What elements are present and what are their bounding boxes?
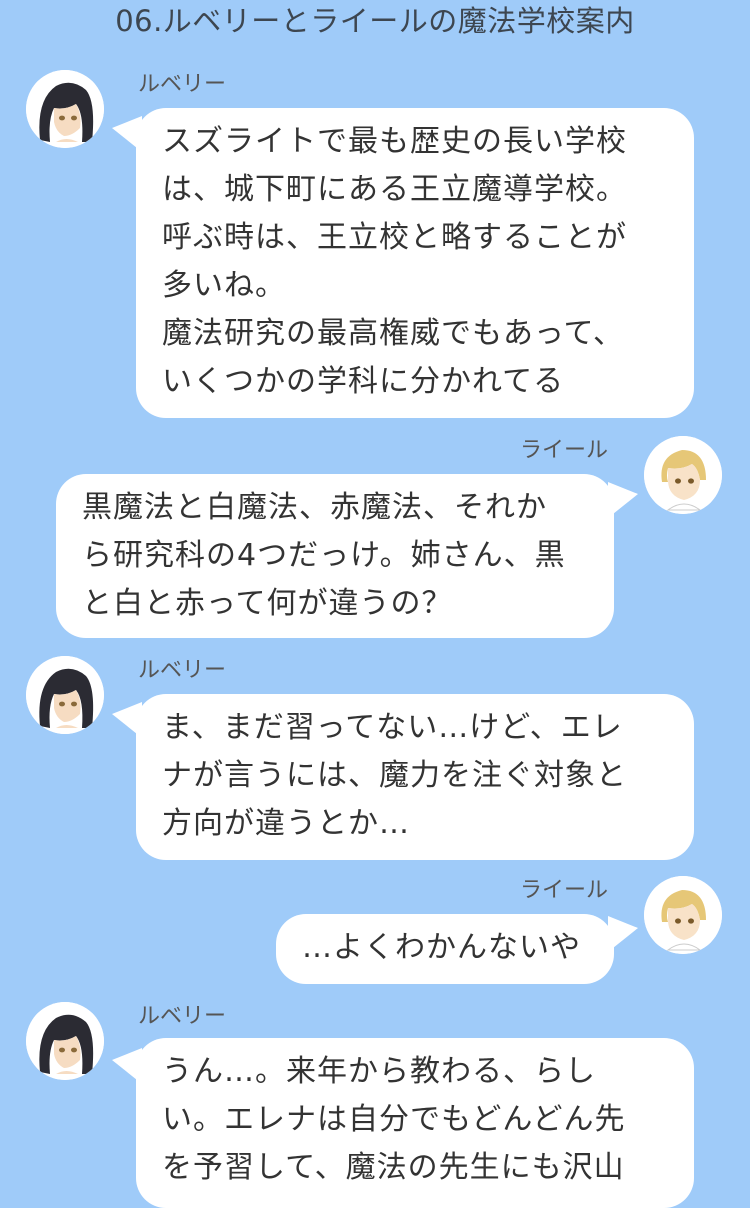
message-bubble: 黒魔法と白魔法、赤魔法、それか ら研究科の4つだっけ。姉さん、黒 と白と赤って何…: [56, 474, 614, 638]
speaker-name: ルベリー: [138, 1004, 227, 1029]
message-bubble: スズライトで最も歴史の長い学校 は、城下町にある王立魔導学校。 呼ぶ時は、王立校…: [136, 108, 694, 418]
message-bubble: …よくわかんないや: [276, 914, 614, 984]
speaker-name: ルベリー: [138, 72, 227, 97]
speaker-name: ライール: [520, 438, 609, 463]
blond-boy-avatar[interactable]: [644, 436, 722, 514]
dark-haired-girl-avatar[interactable]: [26, 656, 104, 734]
dark-haired-girl-avatar[interactable]: [26, 1002, 104, 1080]
speaker-name: ルベリー: [138, 658, 227, 683]
dark-haired-girl-avatar[interactable]: [26, 70, 104, 148]
message-bubble: うん…。来年から教わる、らし い。エレナは自分でもどんどん先 を予習して、魔法の…: [136, 1038, 694, 1208]
message-bubble: ま、まだ習ってない…けど、エレ ナが言うには、魔力を注ぐ対象と 方向が違うとか…: [136, 694, 694, 860]
blond-boy-avatar[interactable]: [644, 876, 722, 954]
speaker-name: ライール: [520, 878, 609, 903]
page-title: 06.ルベリーとライールの魔法学校案内: [115, 4, 635, 38]
